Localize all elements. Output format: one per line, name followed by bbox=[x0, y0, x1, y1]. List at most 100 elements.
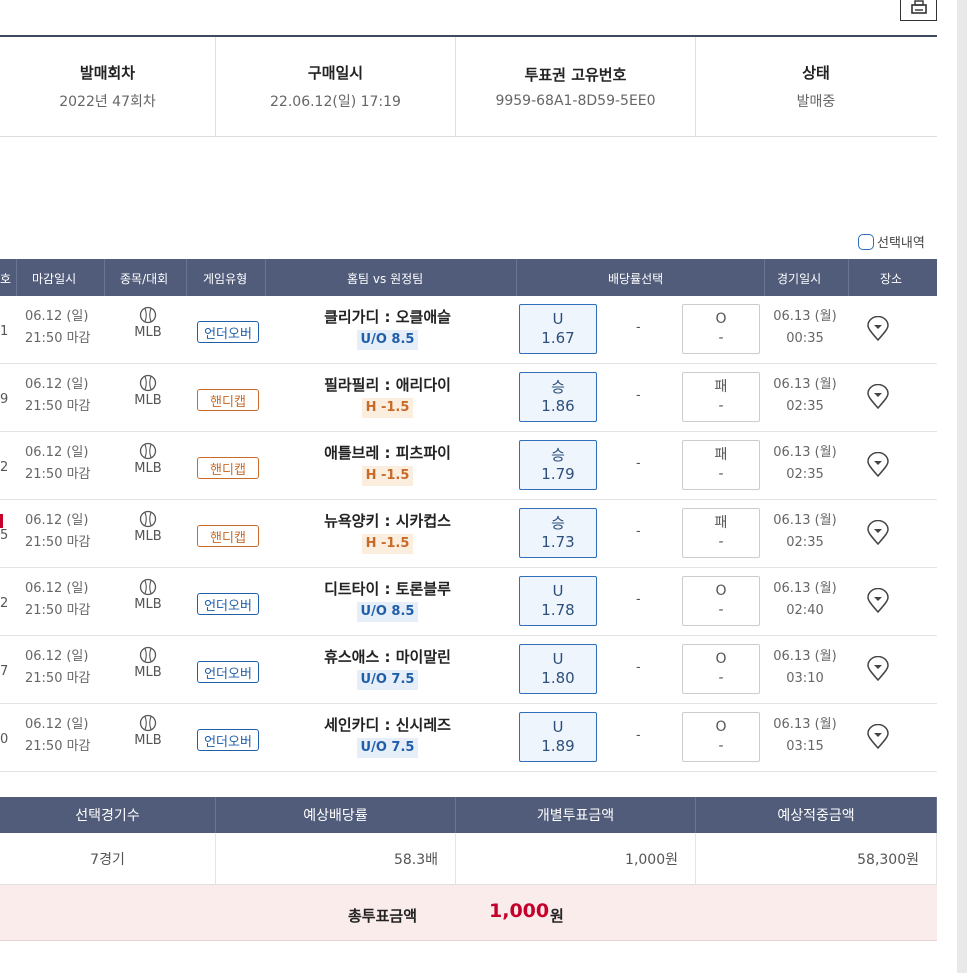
game-datetime: 06.13 (월) 02:40 bbox=[773, 581, 837, 618]
odds-option[interactable]: 패- bbox=[682, 372, 760, 422]
venue-button[interactable] bbox=[866, 723, 890, 754]
table-row[interactable]: 7 06.12 (일) 21:50 마감 MLB 언더오버 휴스애스 : 마이말린 U/O … bbox=[0, 636, 937, 704]
page-scrollbar[interactable] bbox=[957, 0, 967, 973]
baseball-icon bbox=[139, 714, 157, 732]
match-teams: 세인카디 : 신시레즈 U/O 7.5 bbox=[300, 714, 475, 758]
game-type-badge: 핸디캡 bbox=[197, 525, 259, 547]
game-datetime: 06.13 (월) 02:35 bbox=[773, 377, 837, 414]
location-pin-icon bbox=[867, 587, 889, 614]
odds-draw: - bbox=[636, 388, 641, 403]
location-pin-icon bbox=[867, 383, 889, 410]
game-datetime: 06.13 (월) 03:15 bbox=[773, 717, 837, 754]
marker-flag bbox=[0, 514, 3, 528]
odds-option[interactable]: O- bbox=[682, 576, 760, 626]
games-table-header: 호 마감일시 종목/대회 게임유형 홈팀 vs 원정팀 배당률선택 경기일시 장… bbox=[0, 259, 937, 296]
total-amount: 1,000 bbox=[489, 900, 550, 922]
odds-draw: - bbox=[636, 660, 641, 675]
total-label: 총투표금액 bbox=[348, 907, 418, 925]
game-type-badge: 언더오버 bbox=[197, 729, 259, 751]
game-number: 7 bbox=[0, 664, 9, 679]
venue-button[interactable] bbox=[866, 519, 890, 550]
summary-values: 7경기 58.3배 1,000원 58,300원 bbox=[0, 833, 937, 885]
selection-legend-label: 선택내역 bbox=[877, 236, 925, 251]
venue-button[interactable] bbox=[866, 383, 890, 414]
game-datetime: 06.13 (월) 00:35 bbox=[773, 309, 837, 346]
odds-option-selected[interactable]: U 1.89 bbox=[519, 712, 597, 762]
game-type-badge: 핸디캡 bbox=[197, 389, 259, 411]
location-pin-icon bbox=[867, 655, 889, 682]
game-datetime: 06.13 (월) 02:35 bbox=[773, 513, 837, 550]
table-row[interactable]: 5 06.12 (일) 21:50 마감 MLB 핸디캡 뉴욕양키 : 시카컵스 H -1.… bbox=[0, 500, 937, 568]
game-type-badge: 핸디캡 bbox=[197, 457, 259, 479]
summary-col-expected: 예상적중금액 bbox=[696, 797, 937, 833]
match-teams: 휴스애스 : 마이말린 U/O 7.5 bbox=[300, 646, 475, 690]
baseball-icon bbox=[139, 646, 157, 664]
col-place: 장소 bbox=[880, 272, 903, 286]
venue-button[interactable] bbox=[866, 451, 890, 482]
line-badge: H -1.5 bbox=[361, 466, 414, 486]
venue-button[interactable] bbox=[866, 315, 890, 346]
odds-option-selected[interactable]: U 1.80 bbox=[519, 644, 597, 694]
table-row[interactable]: 0 06.12 (일) 21:50 마감 MLB 언더오버 세인카디 : 신시레즈 U/O … bbox=[0, 704, 937, 772]
odds-option-selected[interactable]: U 1.67 bbox=[519, 304, 597, 354]
line-badge: U/O 8.5 bbox=[356, 602, 419, 622]
info-purchase-time: 구매일시 22.06.12(일) 17:19 bbox=[216, 37, 456, 136]
summary-expected: 58,300원 bbox=[696, 833, 937, 884]
odds-option-selected[interactable]: 승 1.86 bbox=[519, 372, 597, 422]
odds-draw: - bbox=[636, 320, 641, 335]
line-badge: U/O 7.5 bbox=[356, 670, 419, 690]
match-teams: 클리가디 : 오클애슬 U/O 8.5 bbox=[300, 306, 475, 350]
baseball-icon bbox=[139, 374, 157, 392]
deadline: 06.12 (일) 21:50 마감 bbox=[25, 309, 91, 346]
col-gdate: 경기일시 bbox=[777, 272, 822, 286]
deadline: 06.12 (일) 21:50 마감 bbox=[25, 717, 91, 754]
table-row[interactable]: 2 06.12 (일) 21:50 마감 MLB 핸디캡 애틀브레 : 피츠파이 H -1.… bbox=[0, 432, 937, 500]
odds-option-selected[interactable]: 승 1.73 bbox=[519, 508, 597, 558]
game-number: 2 bbox=[0, 460, 9, 475]
game-number: 2 bbox=[0, 596, 9, 611]
game-type-badge: 언더오버 bbox=[197, 321, 259, 343]
sport-league: MLB bbox=[133, 442, 163, 476]
print-icon bbox=[910, 0, 927, 14]
info-ticket-id: 투표권 고유번호 9959-68A1-8D59-5EE0 bbox=[456, 37, 696, 136]
odds-draw: - bbox=[636, 728, 641, 743]
baseball-icon bbox=[139, 578, 157, 596]
print-button[interactable] bbox=[900, 0, 937, 21]
location-pin-icon bbox=[867, 315, 889, 342]
game-number: 0 bbox=[0, 732, 9, 747]
sport-league: MLB bbox=[133, 578, 163, 612]
info-status: 상태 발매중 bbox=[796, 64, 836, 110]
game-datetime: 06.13 (월) 03:10 bbox=[773, 649, 837, 686]
odds-option[interactable]: 패- bbox=[682, 440, 760, 490]
table-row[interactable]: 1 06.12 (일) 21:50 마감 MLB 언더오버 클리가디 : 오클애슬 U/O … bbox=[0, 296, 937, 364]
col-odds: 배당률선택 bbox=[608, 272, 664, 286]
info-round: 발매회차 2022년 47회차 bbox=[0, 37, 216, 136]
selection-legend: 선택내역 bbox=[858, 232, 925, 251]
baseball-icon bbox=[139, 442, 157, 460]
table-row[interactable]: 9 06.12 (일) 21:50 마감 MLB 핸디캡 필라필리 : 애리다이 H -1.… bbox=[0, 364, 937, 432]
deadline: 06.12 (일) 21:50 마감 bbox=[25, 513, 91, 550]
odds-option[interactable]: O- bbox=[682, 712, 760, 762]
table-row[interactable]: 2 06.12 (일) 21:50 마감 MLB 언더오버 디트타이 : 토론블루 U/O … bbox=[0, 568, 937, 636]
odds-option[interactable]: O- bbox=[682, 644, 760, 694]
summary-odds: 58.3배 bbox=[216, 833, 456, 884]
sport-league: MLB bbox=[133, 714, 163, 748]
odds-option-selected[interactable]: 승 1.79 bbox=[519, 440, 597, 490]
odds-draw: - bbox=[636, 592, 641, 607]
summary-col-count: 선택경기수 bbox=[0, 797, 216, 833]
summary-col-odds: 예상배당률 bbox=[216, 797, 456, 833]
odds-option-selected[interactable]: U 1.78 bbox=[519, 576, 597, 626]
deadline: 06.12 (일) 21:50 마감 bbox=[25, 581, 91, 618]
col-gtype: 게임유형 bbox=[203, 272, 248, 286]
venue-button[interactable] bbox=[866, 655, 890, 686]
odds-option[interactable]: O- bbox=[682, 304, 760, 354]
match-teams: 애틀브레 : 피츠파이 H -1.5 bbox=[300, 442, 475, 486]
odds-option[interactable]: 패- bbox=[682, 508, 760, 558]
game-number: 1 bbox=[0, 324, 9, 339]
venue-button[interactable] bbox=[866, 587, 890, 618]
sport-league: MLB bbox=[133, 510, 163, 544]
game-number: 9 bbox=[0, 392, 9, 407]
baseball-icon bbox=[139, 510, 157, 528]
game-datetime: 06.13 (월) 02:35 bbox=[773, 445, 837, 482]
deadline: 06.12 (일) 21:50 마감 bbox=[25, 445, 91, 482]
